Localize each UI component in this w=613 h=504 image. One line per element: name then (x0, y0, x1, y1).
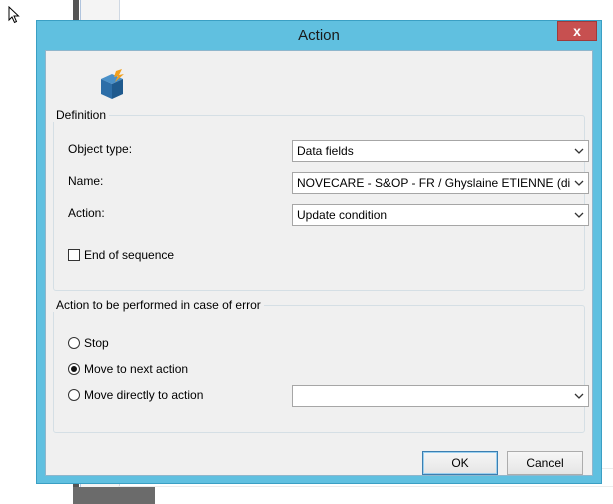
name-select[interactable]: NOVECARE - S&OP - FR / Ghyslaine ETIENNE… (292, 172, 589, 194)
move-directly-to-action-radio[interactable] (68, 389, 80, 401)
object-type-label: Object type: (68, 142, 133, 156)
dialog-client-area: Definition Object type: Data fields Name… (45, 50, 593, 476)
end-of-sequence-label[interactable]: End of sequence (84, 248, 174, 262)
background-column-footer (73, 487, 155, 504)
error-handling-group-label: Action to be performed in case of error (53, 298, 264, 312)
move-directly-to-action-label[interactable]: Move directly to action (84, 388, 203, 402)
chevron-down-icon (573, 173, 585, 193)
action-dialog: Action x Definition Object type: Data fi… (36, 20, 602, 484)
definition-group-label: Definition (53, 108, 110, 122)
chevron-down-icon (573, 386, 585, 406)
definition-group: Definition Object type: Data fields Name… (53, 108, 589, 291)
dialog-title: Action (298, 27, 340, 44)
action-value: Update condition (297, 208, 388, 222)
object-type-select[interactable]: Data fields (292, 140, 589, 162)
ok-button[interactable]: OK (422, 451, 498, 475)
end-of-sequence-checkbox[interactable] (68, 249, 80, 261)
cancel-button[interactable]: Cancel (507, 451, 583, 475)
chevron-down-icon (573, 141, 585, 161)
action-cube-icon (101, 69, 124, 99)
move-to-next-action-radio[interactable] (68, 363, 80, 375)
stop-radio[interactable] (68, 337, 80, 349)
title-bar[interactable]: Action x (37, 21, 601, 49)
action-select[interactable]: Update condition (292, 204, 589, 226)
action-label: Action: (68, 206, 105, 220)
target-action-select[interactable] (292, 385, 589, 407)
close-icon: x (573, 23, 581, 39)
name-value: NOVECARE - S&OP - FR / Ghyslaine ETIENNE… (297, 176, 570, 190)
chevron-down-icon (573, 205, 585, 225)
name-label: Name: (68, 174, 104, 188)
move-to-next-action-label[interactable]: Move to next action (84, 362, 188, 376)
error-handling-group: Action to be performed in case of error … (53, 298, 589, 433)
background-rule (118, 486, 613, 487)
stop-label[interactable]: Stop (84, 336, 109, 350)
object-type-value: Data fields (297, 144, 354, 158)
close-button[interactable]: x (557, 21, 597, 41)
mouse-cursor-icon (8, 6, 20, 24)
